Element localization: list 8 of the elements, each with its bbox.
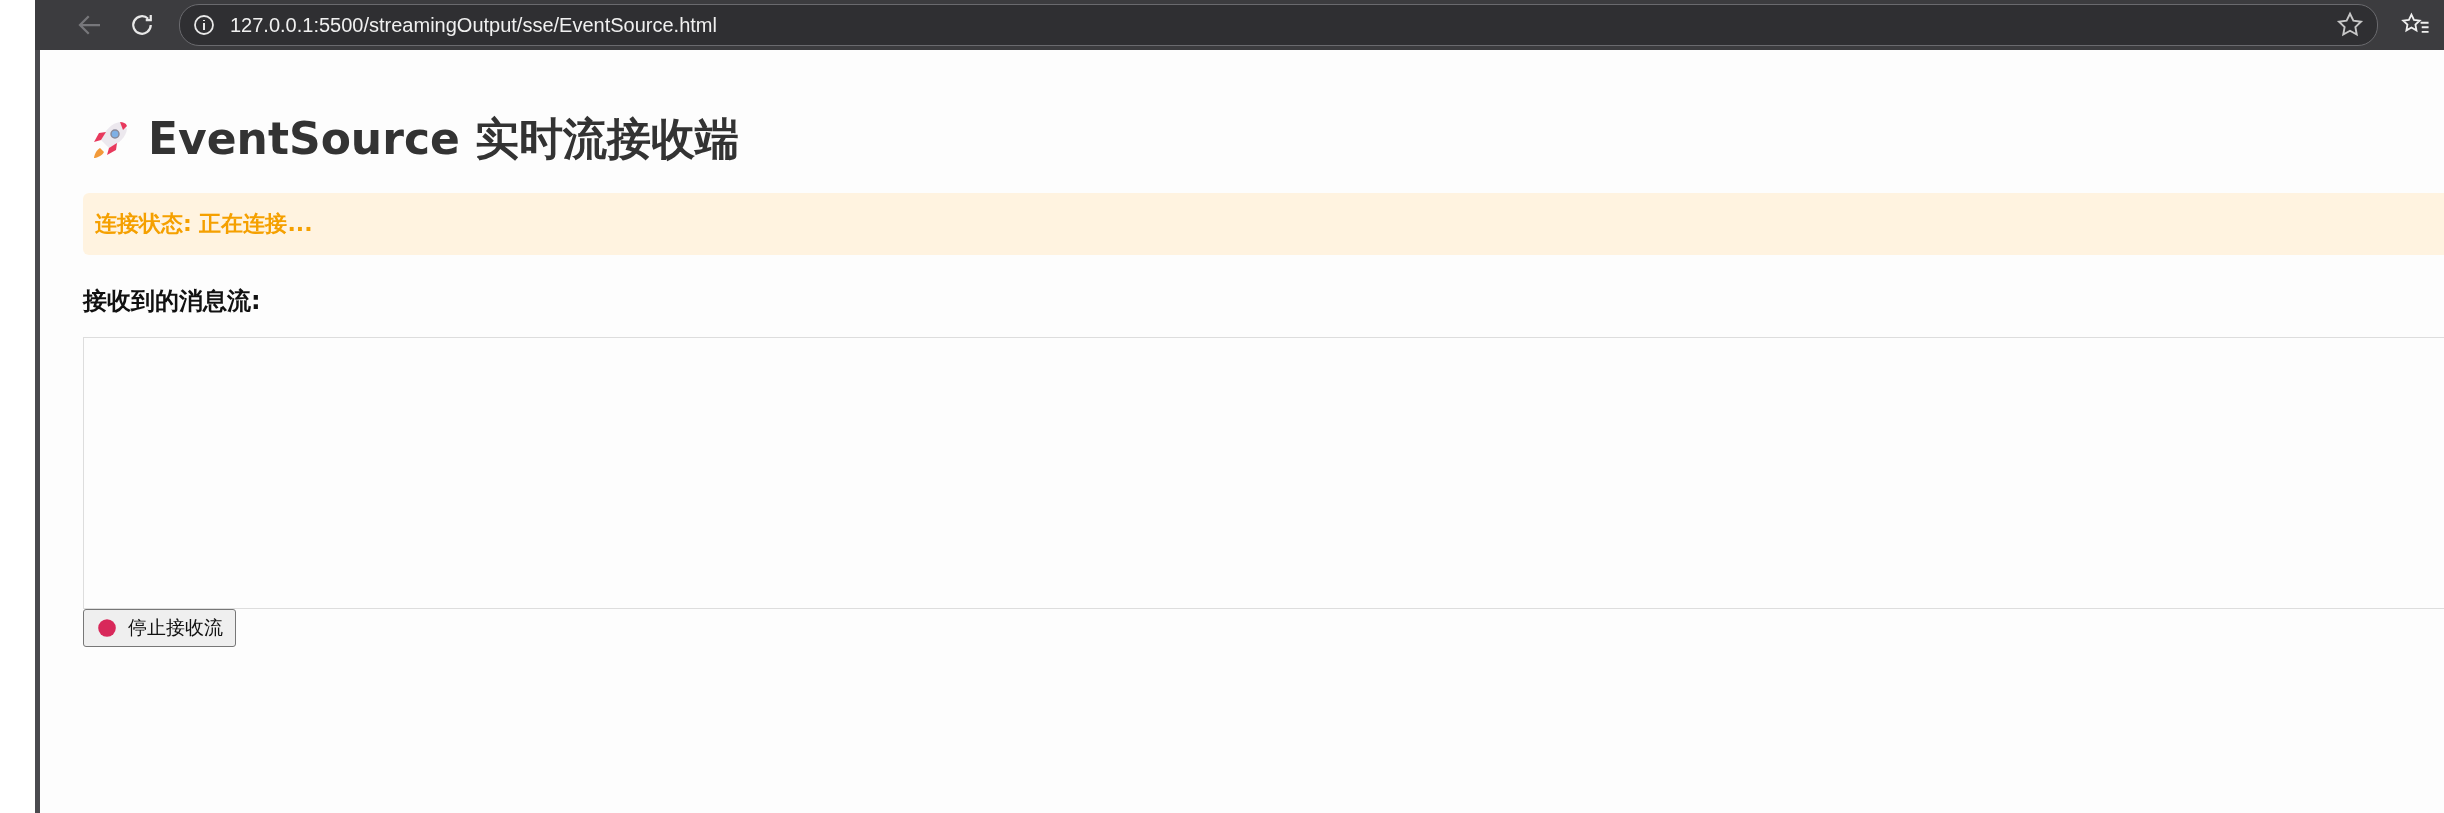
stop-button[interactable]: 停止接收流	[83, 609, 236, 647]
section-heading: 接收到的消息流:	[83, 286, 261, 317]
page-title: EventSource 实时流接收端	[148, 112, 740, 166]
stop-icon	[96, 617, 118, 639]
info-icon[interactable]	[192, 13, 216, 37]
url-text: 127.0.0.1:5500/streamingOutput/sse/EventSource.html	[230, 13, 718, 37]
connection-status: 连接状态: 正在连接...	[95, 211, 313, 236]
address-bar[interactable]: 127.0.0.1:5500/streamingOutput/sse/EventSource.html	[179, 4, 2378, 46]
